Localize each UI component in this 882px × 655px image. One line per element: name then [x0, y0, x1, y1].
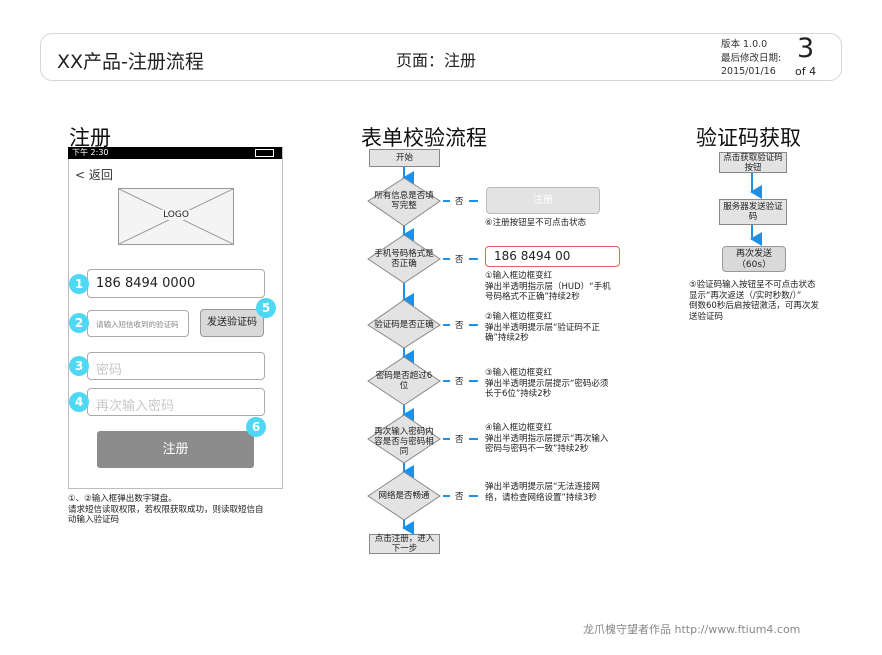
resend-button: 再次发送 （60s） [722, 246, 786, 272]
decision-text: 位 [399, 381, 409, 391]
flow-note-line: ⑥注册按钮呈不可点击状态 [485, 218, 587, 228]
resend-line: （60s） [736, 260, 772, 270]
decision-text: 容是否与密码相 [374, 437, 434, 447]
decision-label-password-again: 再次输入密码内 容是否与密码相 同 [364, 427, 444, 457]
code-flow-note: ⑤验证码输入按钮呈不可点击状态 显示“再次返送（/实时秒数/）” 倒数60秒后启… [689, 280, 819, 322]
decision-label-phone: 手机号码格式是 否正确 [364, 249, 444, 269]
no-label: 否 [455, 435, 464, 445]
no-label: 否 [455, 255, 464, 265]
decision-text: 手机号码格式是 [374, 249, 434, 259]
flow-note-line: 号码格式不正确”持续2秒 [485, 292, 580, 302]
code-note-line: 送验证码 [689, 311, 724, 322]
decision-text: 写完整 [391, 201, 417, 211]
flow-start: 开始 [369, 149, 440, 167]
flow-note-line: ④输入框边框变红 [485, 423, 553, 433]
decision-text: 再次输入密码内 [374, 427, 434, 437]
flow-note-line: 弹出半透明提示层“无法连接网 [485, 482, 600, 492]
code-note-line: 倒数60秒后启按钮激活，可再次发 [689, 301, 819, 311]
flow-note-line: 长于6位”持续2秒 [485, 389, 552, 399]
no-label: 否 [455, 492, 464, 502]
decision-text: 验证码是否正确 [374, 320, 434, 330]
decision-label-code: 验证码是否正确 [364, 320, 444, 330]
flow-note-line: ①输入框边框变红 [485, 271, 553, 281]
flow-note-line: 密码与密码不一致”持续2秒 [485, 444, 589, 454]
code-note-line: 显示“再次返送（/实时秒数/）” [689, 290, 802, 301]
flow-note-line: 弹出半透明提示层“验证码不正 [485, 322, 600, 333]
code-step-line: 服务器发送验证 [723, 202, 783, 212]
code-step-line: 按钮 [744, 162, 762, 173]
footer-credit: 龙爪槐守望者作品 http://www.ftium4.com [583, 623, 801, 636]
flow-note-line: ③输入框边框变红 [485, 368, 553, 378]
flow-note-line: ②输入框边框变红 [485, 312, 553, 322]
decision-label-network: 网络是否畅通 [364, 491, 444, 501]
decision-text: 同 [399, 447, 409, 457]
decision-text: 否正确 [391, 259, 417, 269]
decision-text: 所有信息是否填 [374, 191, 434, 201]
code-step-line: 码 [748, 212, 758, 222]
flow-note-3: ②输入框边框变红 弹出半透明提示层“验证码不正 确”持续2秒 [485, 312, 600, 344]
flow-note-5: ④输入框边框变红 弹出半透明指示层提示“再次输入 密码与密码不一致”持续2秒 [485, 423, 608, 455]
no-label: 否 [455, 321, 464, 331]
code-step-server: 服务器发送验证 码 [719, 199, 787, 225]
flow-note-line: 弹出半透明指示层提示“再次输入 [485, 433, 609, 444]
flow-note-line: 确”持续2秒 [485, 333, 529, 343]
flow-note-line: 络，请检查网络设置”持续3秒 [485, 492, 597, 503]
decision-text: 网络是否畅通 [378, 491, 430, 501]
no-label: 否 [455, 197, 464, 207]
flow-note-2: ①输入框边框变红 弹出半透明指示层（HUD）“手机 号码格式不正确”持续2秒 [485, 271, 611, 303]
code-step-line: 点击获取验证码 [723, 152, 783, 163]
decision-label-password: 密码是否超过6 位 [364, 371, 444, 391]
decision-label-complete: 所有信息是否填 写完整 [364, 191, 444, 211]
disabled-register-button: 注册 [486, 187, 600, 214]
flow-note-4: ③输入框边框变红 弹出半透明提示层提示“密码必须 长于6位”持续2秒 [485, 368, 608, 400]
no-label: 否 [455, 377, 464, 387]
flow-note-1: ⑥注册按钮呈不可点击状态 [485, 218, 586, 229]
code-step-click: 点击获取验证码 按钮 [719, 152, 787, 173]
flow-end-line: 下一步 [391, 544, 418, 554]
code-note-line: ⑤验证码输入按钮呈不可点击状态 [689, 280, 816, 290]
flow-end-line: 点击注册，进入 [374, 534, 435, 544]
resend-line: 再次发送 [735, 249, 772, 259]
flow-note-6: 弹出半透明提示层“无法连接网 络，请检查网络设置”持续3秒 [485, 482, 600, 503]
phone-error-input: 186 8494 00 [485, 246, 620, 267]
flow-end: 点击注册，进入 下一步 [369, 534, 440, 554]
flow-note-line: 弹出半透明指示层（HUD）“手机 [485, 281, 611, 292]
flow-note-line: 弹出半透明提示层提示“密码必须 [485, 378, 609, 389]
decision-text: 密码是否超过6 [375, 371, 433, 381]
